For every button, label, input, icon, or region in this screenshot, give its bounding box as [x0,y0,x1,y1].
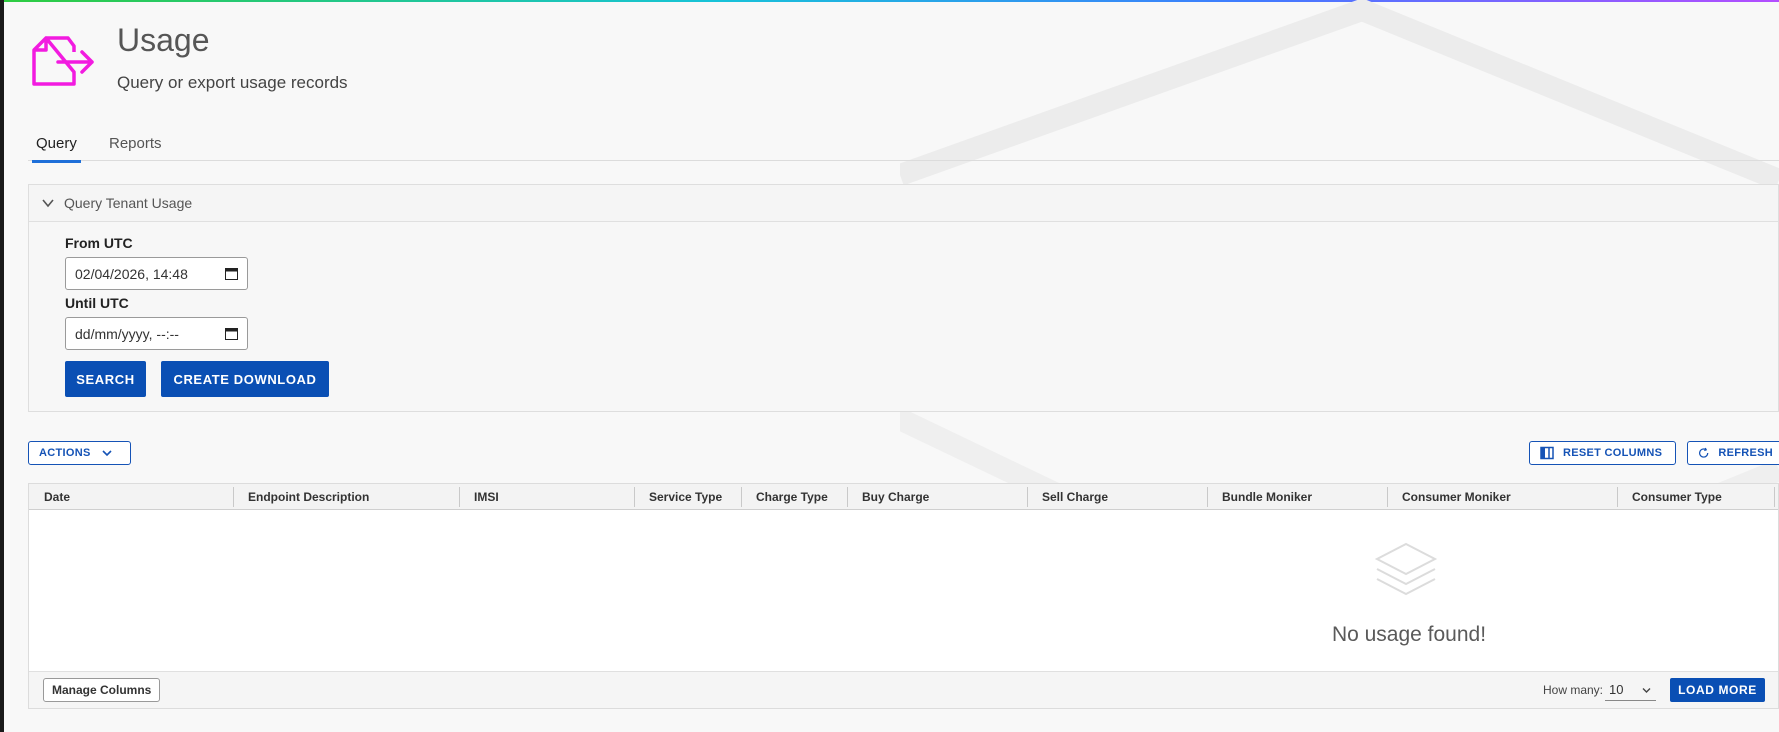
column-header-date[interactable]: Date [29,484,234,510]
column-header-consumer-moniker[interactable]: Consumer Moniker [1387,484,1618,510]
panel-title: Query Tenant Usage [64,195,193,211]
create-download-button[interactable]: CREATE DOWNLOAD [161,361,329,397]
chevron-down-icon [102,450,112,457]
tab-reports[interactable]: Reports [105,135,166,160]
calendar-icon[interactable] [225,267,238,280]
from-utc-input[interactable]: 02/04/2026, 14:48 [65,257,248,290]
usage-page: Usage Query or export usage records Quer… [4,2,1779,732]
column-resize-handle[interactable] [1774,487,1775,507]
actions-dropdown-button[interactable]: ACTIONS [28,441,131,465]
page-title: Usage [117,22,210,58]
grid-footer: Manage Columns How many: 10 LOAD MORE [29,671,1778,708]
search-button[interactable]: SEARCH [65,361,146,397]
column-header-consumer-type[interactable]: Consumer Type [1617,484,1746,510]
refresh-button[interactable]: REFRESH [1687,441,1779,465]
until-utc-label: Until UTC [65,295,129,311]
how-many-select[interactable]: 10 [1605,679,1656,701]
empty-state-message: No usage found! [1331,623,1487,646]
manage-columns-button[interactable]: Manage Columns [43,678,161,702]
tab-bar: Query Reports [28,133,1779,163]
from-utc-label: From UTC [65,235,133,251]
column-header-bundle-moniker[interactable]: Bundle Moniker [1207,484,1388,510]
page-header: Usage Query or export usage records [4,2,1779,122]
chevron-down-icon [42,199,54,208]
column-header-endpoint-description[interactable]: Endpoint Description [233,484,462,510]
actions-label: ACTIONS [39,447,91,459]
how-many-label: How many: [1543,683,1604,697]
tab-query[interactable]: Query [32,135,81,163]
how-many-value: 10 [1609,682,1624,697]
chevron-down-icon [1642,688,1651,693]
column-header-charge-type[interactable]: Charge Type [741,484,848,510]
columns-icon [1540,446,1554,460]
column-header-imsi[interactable]: IMSI [459,484,635,510]
refresh-label: REFRESH [1718,447,1773,459]
empty-layers-icon [1374,542,1438,596]
column-header-buy-charge[interactable]: Buy Charge [847,484,1028,510]
until-utc-input[interactable]: dd/mm/yyyy, --:-- [65,317,248,350]
query-tenant-usage-panel: Query Tenant Usage From UTC 02/04/2026, … [28,184,1779,412]
until-utc-value: dd/mm/yyyy, --:-- [75,325,179,342]
refresh-icon [1699,447,1709,458]
panel-header-toggle[interactable]: Query Tenant Usage [29,185,1778,222]
calendar-icon[interactable] [225,327,238,340]
load-more-button[interactable]: LOAD MORE [1670,678,1765,702]
export-file-icon [32,36,94,86]
reset-columns-button[interactable]: RESET COLUMNS [1529,441,1676,465]
usage-data-grid: Date Endpoint Description IMSI Service T… [28,483,1779,709]
from-utc-value: 02/04/2026, 14:48 [75,265,188,282]
grid-header-row: Date Endpoint Description IMSI Service T… [29,484,1778,510]
page-subtitle: Query or export usage records [117,73,348,92]
column-header-sell-charge[interactable]: Sell Charge [1027,484,1208,510]
reset-columns-label: RESET COLUMNS [1563,447,1663,459]
column-header-service-type[interactable]: Service Type [634,484,742,510]
